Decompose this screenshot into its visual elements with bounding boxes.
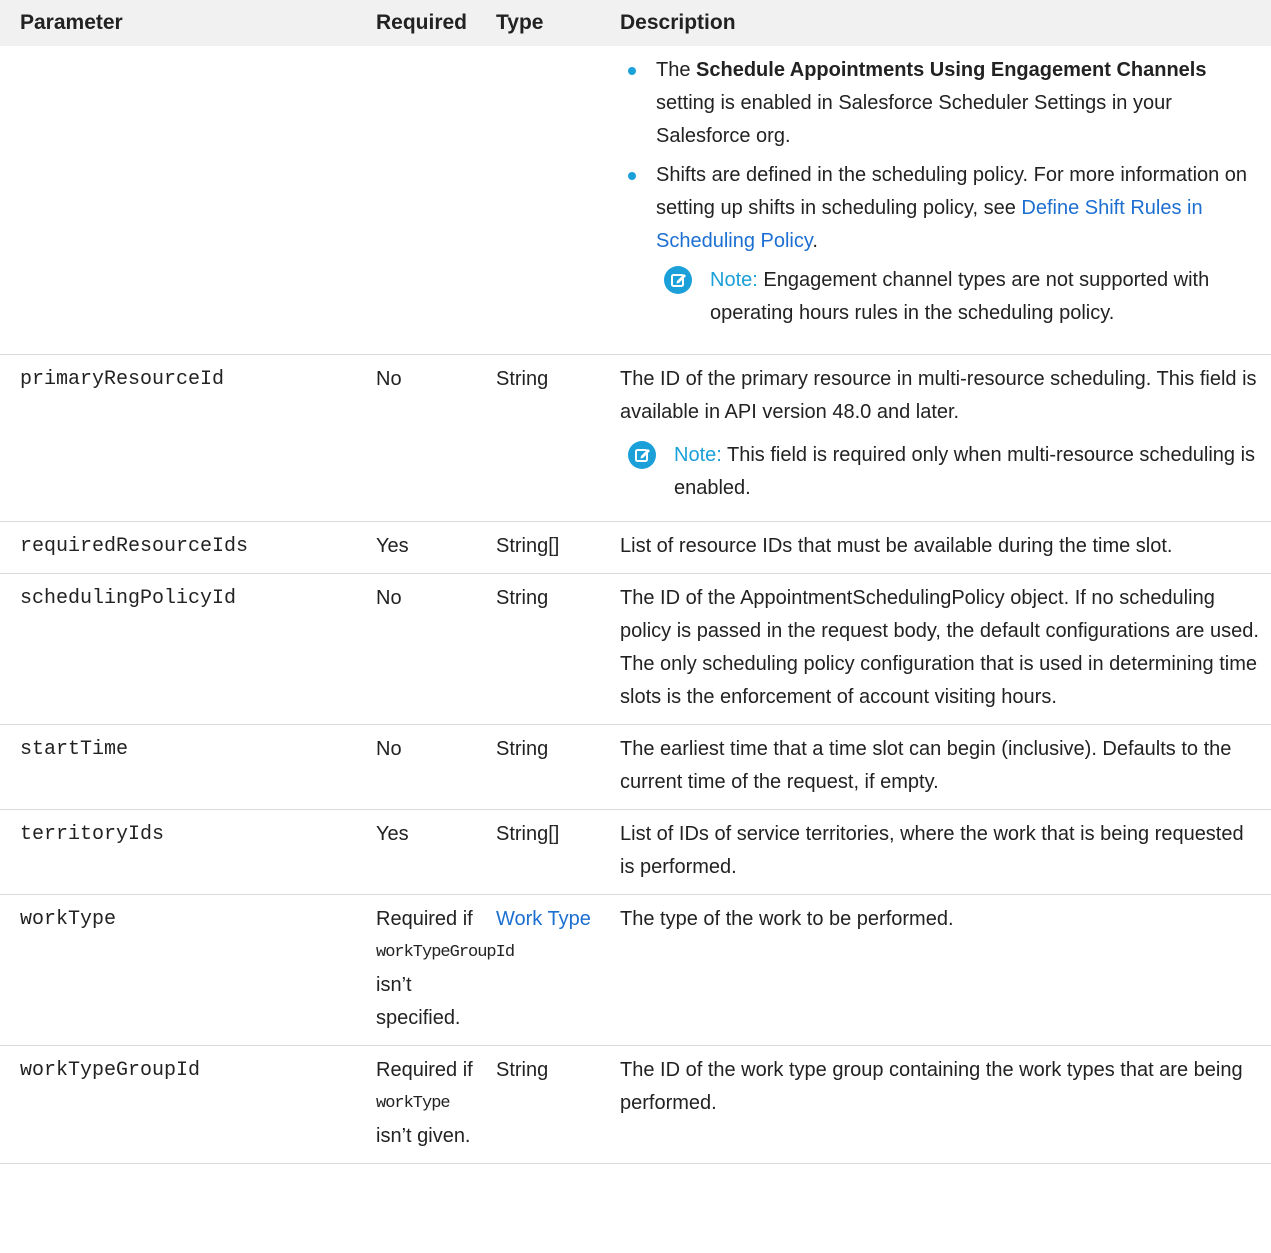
required-value: Yes bbox=[372, 521, 492, 574]
table-header-row: Parameter Required Type Description bbox=[0, 0, 1271, 46]
table-row: workType Required if workTypeGroupId isn… bbox=[0, 894, 1271, 1046]
type-value: String[] bbox=[492, 521, 614, 574]
type-value: String bbox=[492, 724, 614, 810]
code-reference: workTypeGroupId bbox=[376, 943, 515, 962]
list-item: Shifts are defined in the scheduling pol… bbox=[620, 159, 1261, 258]
bullet-icon bbox=[628, 172, 636, 180]
note-label: Note: bbox=[710, 269, 758, 291]
param-name: primaryResourceId bbox=[0, 354, 372, 522]
description-text: The ID of the AppointmentSchedulingPolic… bbox=[614, 573, 1271, 725]
parameters-table: Parameter Required Type Description The … bbox=[0, 0, 1271, 1164]
type-value: String[] bbox=[492, 809, 614, 895]
edit-note-icon bbox=[628, 441, 656, 469]
bullet-icon bbox=[628, 67, 636, 75]
work-type-link[interactable]: Work Type bbox=[496, 908, 591, 930]
description-text: The ID of the work type group containing… bbox=[614, 1045, 1271, 1164]
note-text: Engagement channel types are not support… bbox=[710, 269, 1210, 324]
column-header-type: Type bbox=[492, 0, 614, 46]
column-header-required: Required bbox=[372, 0, 492, 46]
param-name: territoryIds bbox=[0, 809, 372, 895]
param-name: schedulingPolicyId bbox=[0, 573, 372, 725]
table-row: territoryIds Yes String[] List of IDs of… bbox=[0, 809, 1271, 895]
column-header-description: Description bbox=[614, 0, 1271, 46]
description-text: The ID of the primary resource in multi-… bbox=[620, 368, 1257, 423]
edit-note-icon bbox=[664, 266, 692, 294]
note-callout: Note: This field is required only when m… bbox=[620, 439, 1261, 505]
type-value: String bbox=[492, 1045, 614, 1164]
table-row: The Schedule Appointments Using Engageme… bbox=[0, 46, 1271, 355]
required-value: Required if workType isn’t given. bbox=[372, 1045, 492, 1164]
required-value: Required if workTypeGroupId isn’t specif… bbox=[372, 894, 515, 1046]
note-text: This field is required only when multi-r… bbox=[674, 444, 1256, 499]
requirements-list: The Schedule Appointments Using Engageme… bbox=[620, 54, 1261, 258]
required-value: Yes bbox=[372, 809, 492, 895]
description-text: The type of the work to be performed. bbox=[614, 894, 1271, 1046]
required-value: No bbox=[372, 724, 492, 810]
param-name: requiredResourceIds bbox=[0, 521, 372, 574]
table-row: requiredResourceIds Yes String[] List of… bbox=[0, 521, 1271, 574]
table-row: startTime No String The earliest time th… bbox=[0, 724, 1271, 810]
description-text: List of IDs of service territories, wher… bbox=[614, 809, 1271, 895]
description-cell: The Schedule Appointments Using Engageme… bbox=[614, 46, 1271, 355]
list-item: The Schedule Appointments Using Engageme… bbox=[620, 54, 1261, 153]
table-row: schedulingPolicyId No String The ID of t… bbox=[0, 573, 1271, 725]
description-text: The earliest time that a time slot can b… bbox=[614, 724, 1271, 810]
param-name: workTypeGroupId bbox=[0, 1045, 372, 1164]
type-value: String bbox=[492, 573, 614, 725]
param-name: workType bbox=[0, 894, 372, 1046]
description-text: List of resource IDs that must be availa… bbox=[614, 521, 1271, 574]
type-value: String bbox=[492, 354, 614, 522]
required-value: No bbox=[372, 573, 492, 725]
note-label: Note: bbox=[674, 444, 722, 466]
note-callout: Note: Engagement channel types are not s… bbox=[656, 264, 1261, 330]
param-name: startTime bbox=[0, 724, 372, 810]
required-value: No bbox=[372, 354, 492, 522]
column-header-parameter: Parameter bbox=[0, 0, 372, 46]
setting-name: Schedule Appointments Using Engagement C… bbox=[696, 59, 1207, 81]
code-reference: workType bbox=[376, 1094, 451, 1113]
table-row: primaryResourceId No String The ID of th… bbox=[0, 354, 1271, 522]
table-row: workTypeGroupId Required if workType isn… bbox=[0, 1045, 1271, 1164]
description-cell: The ID of the primary resource in multi-… bbox=[614, 354, 1271, 522]
